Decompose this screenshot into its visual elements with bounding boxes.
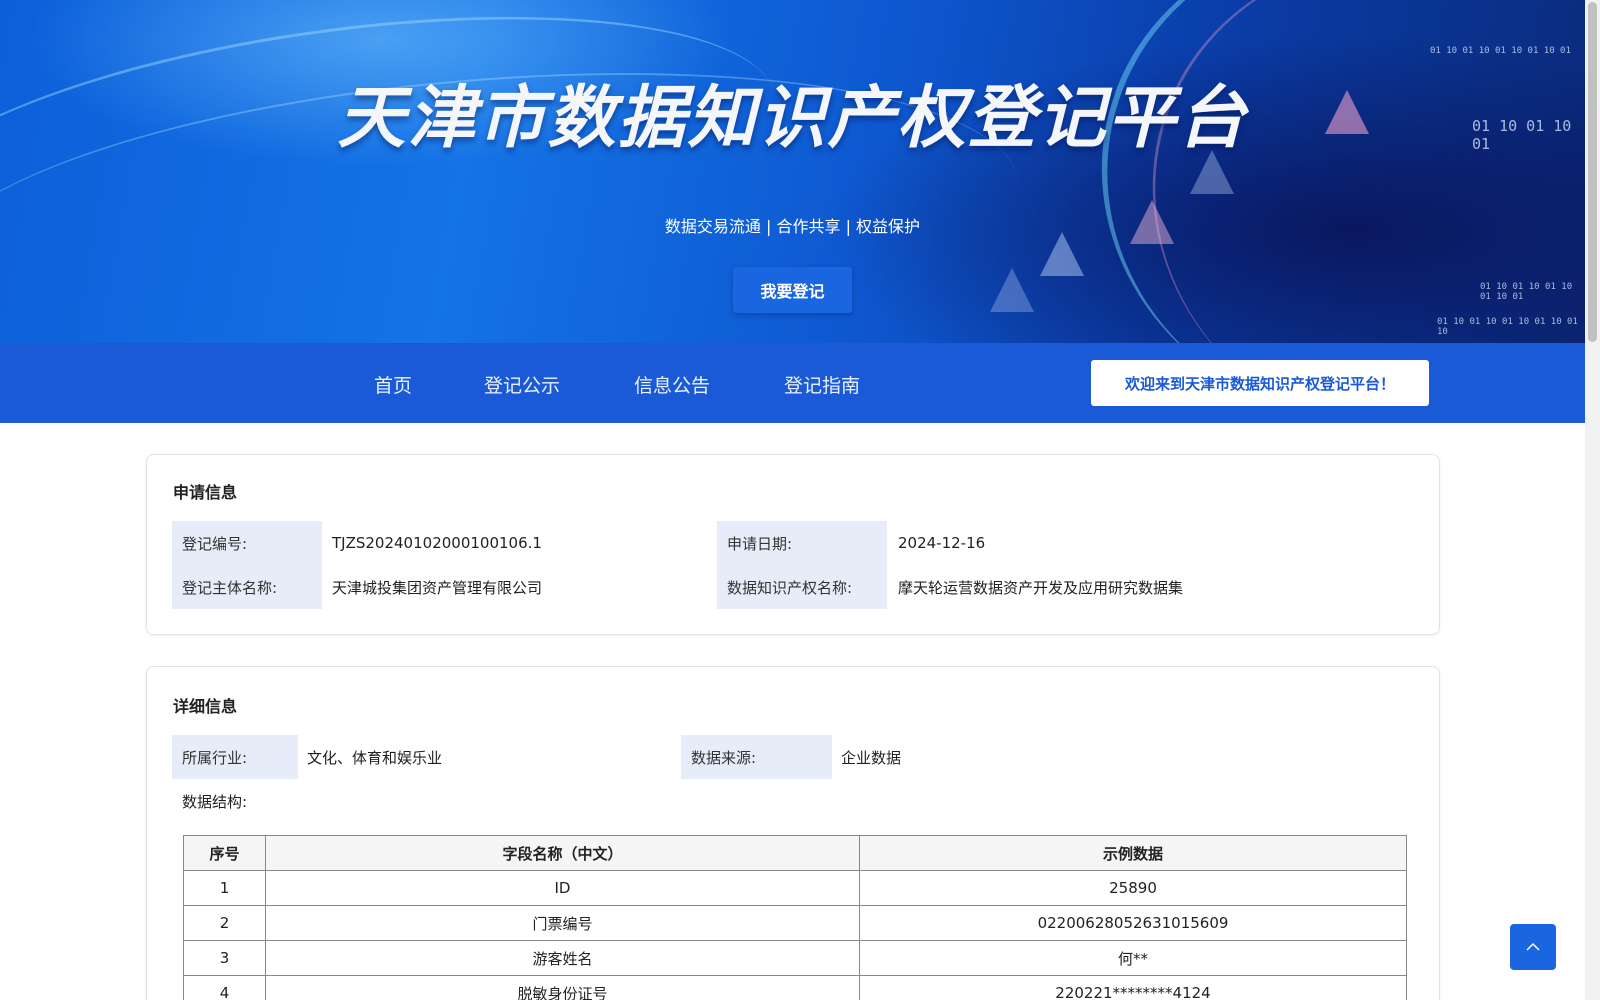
table-cell: 4 bbox=[183, 975, 266, 1000]
table-cell: 游客姓名 bbox=[265, 940, 860, 976]
detail-info-card: 详细信息 所属行业: 文化、体育和娱乐业 数据来源: 企业数据 数据结构: 序号… bbox=[146, 666, 1440, 1000]
section-title: 申请信息 bbox=[173, 483, 238, 502]
column-header: 字段名称（中文） bbox=[265, 835, 860, 871]
chevron-up-icon bbox=[1526, 942, 1540, 951]
column-header: 示例数据 bbox=[859, 835, 1407, 871]
welcome-banner: 欢迎来到天津市数据知识产权登记平台！ bbox=[1091, 360, 1429, 406]
section-title: 详细信息 bbox=[173, 697, 238, 716]
subject-label: 登记主体名称: bbox=[172, 565, 322, 609]
decor-triangle-icon bbox=[990, 268, 1034, 312]
back-to-top-button[interactable] bbox=[1510, 924, 1556, 970]
column-header: 序号 bbox=[183, 835, 266, 871]
table-cell: 何** bbox=[859, 940, 1407, 976]
table-cell: 02200628052631015609 bbox=[859, 905, 1407, 941]
application-info-card: 申请信息 登记编号: TJZS20240102000100106.1 申请日期:… bbox=[146, 454, 1440, 635]
table-row: 4 脱敏身份证号 220221********4124 bbox=[183, 975, 1407, 1000]
table-cell: 脱敏身份证号 bbox=[265, 975, 860, 1000]
binary-decor: 01 10 01 10 01 10 01 10 01 bbox=[1430, 46, 1571, 56]
ip-name-value: 摩天轮运营数据资产开发及应用研究数据集 bbox=[898, 578, 1184, 597]
register-button[interactable]: 我要登记 bbox=[733, 267, 852, 313]
binary-decor: 01 10 01 10 01 10 01 10 01 bbox=[1480, 282, 1573, 302]
nav-item-home[interactable]: 首页 bbox=[374, 371, 412, 398]
table-cell: 3 bbox=[183, 940, 266, 976]
page-scrollbar[interactable] bbox=[1585, 0, 1600, 1000]
industry-label: 所属行业: bbox=[172, 735, 298, 779]
subject-value: 天津城投集团资产管理有限公司 bbox=[332, 578, 543, 597]
table-cell: 2 bbox=[183, 905, 266, 941]
table-cell: 门票编号 bbox=[265, 905, 860, 941]
platform-title: 天津市数据知识产权登记平台 bbox=[337, 79, 1248, 158]
table-row: 2 门票编号 02200628052631015609 bbox=[183, 905, 1407, 941]
scrollbar-thumb[interactable] bbox=[1588, 2, 1597, 342]
nav-item-registration-notice[interactable]: 登记公示 bbox=[484, 371, 560, 398]
ip-name-label: 数据知识产权名称: bbox=[717, 565, 887, 609]
date-label: 申请日期: bbox=[717, 521, 887, 565]
decor-triangle-icon bbox=[1040, 232, 1084, 276]
main-nav: 首页 登记公示 信息公告 登记指南 欢迎来到天津市数据知识产权登记平台！ bbox=[0, 343, 1585, 423]
table-header-row: 序号 字段名称（中文） 示例数据 bbox=[183, 835, 1407, 871]
structure-label: 数据结构: bbox=[182, 792, 248, 811]
nav-item-announcements[interactable]: 信息公告 bbox=[634, 371, 710, 398]
table-cell: 1 bbox=[183, 870, 266, 906]
data-structure-table: 序号 字段名称（中文） 示例数据 1 ID 25890 2 门票编号 02200… bbox=[183, 835, 1407, 1000]
nav-item-guide[interactable]: 登记指南 bbox=[784, 371, 860, 398]
source-label: 数据来源: bbox=[681, 735, 832, 779]
table-cell: 220221********4124 bbox=[859, 975, 1407, 1000]
table-cell: 25890 bbox=[859, 870, 1407, 906]
source-value: 企业数据 bbox=[841, 748, 902, 767]
platform-tagline: 数据交易流通 | 合作共享 | 权益保护 bbox=[664, 217, 921, 236]
table-cell: ID bbox=[265, 870, 860, 906]
hero-banner: 01 10 01 10 01 10 01 10 01 01 10 01 10 0… bbox=[0, 0, 1585, 343]
reg-no-label: 登记编号: bbox=[172, 521, 322, 565]
table-row: 3 游客姓名 何** bbox=[183, 940, 1407, 976]
industry-value: 文化、体育和娱乐业 bbox=[307, 748, 443, 767]
table-row: 1 ID 25890 bbox=[183, 870, 1407, 906]
reg-no-value: TJZS20240102000100106.1 bbox=[332, 534, 542, 552]
date-value: 2024-12-16 bbox=[898, 534, 986, 552]
binary-decor: 01 10 01 10 01 10 01 10 01 10 bbox=[1437, 317, 1578, 337]
